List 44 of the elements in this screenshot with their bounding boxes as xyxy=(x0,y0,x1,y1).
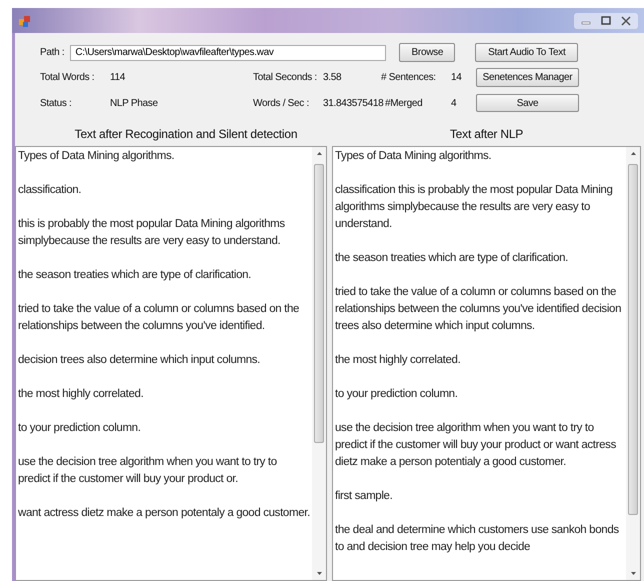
paragraph: Types of Data Mining algorithms. xyxy=(335,149,492,164)
paragraph: first sample. xyxy=(335,489,394,504)
stat-label: # Sentences: xyxy=(381,72,437,82)
stat-label: #Merged xyxy=(385,98,424,108)
paragraph: decision trees also determine which input columns. xyxy=(18,353,262,368)
scrollbar[interactable] xyxy=(626,147,640,580)
path-label: Path : xyxy=(40,47,64,58)
path-field[interactable]: C:\Users\marwa\Desktop\wavfileafter\types.wav xyxy=(70,44,386,60)
paragraph: the most highly correlated. xyxy=(18,387,144,402)
stat-label: Total Words : xyxy=(40,72,96,82)
paragraph: tried to take the value of a column or columns based on the relationships between the columns you've identified. xyxy=(18,302,300,334)
paragraph: to your prediction column. xyxy=(335,387,459,402)
stat-value: 3.58 xyxy=(323,72,342,82)
paragraph: the deal and determine which customers use sankoh bonds to and decision tree may help you decide xyxy=(335,523,620,555)
paragraph: Types of Data Mining algorithms. xyxy=(18,149,176,164)
start-button[interactable]: Start Audio To Text xyxy=(475,43,578,62)
scrollbar[interactable] xyxy=(312,147,326,580)
stat-value: 14 xyxy=(451,72,463,82)
paragraph: to your prediction column. xyxy=(18,421,142,436)
paragraph: the season treaties which are type of clarification. xyxy=(335,251,570,266)
paragraph: want actress dietz make a person potentaly a good customer. xyxy=(18,506,310,521)
paragraph: use the decision tree algorithm when you want to try to predict if the customer will buy your product or want actress dietz make a person potentialy a good customer. xyxy=(335,421,617,470)
stat-label: Words / Sec : xyxy=(253,98,310,108)
stat-label: Total Seconds : xyxy=(253,72,318,82)
text-area[interactable] xyxy=(332,146,641,581)
panel-title: Text after NLP xyxy=(448,126,524,143)
paragraph: the most highly correlated. xyxy=(335,353,462,368)
stat-value: 31.843575418 xyxy=(323,98,381,108)
stat-label: Status : xyxy=(40,98,73,108)
sentences-manager-button[interactable]: Senetences Manager xyxy=(476,68,579,86)
app-icon xyxy=(18,14,32,28)
browse-button[interactable]: Browse xyxy=(399,43,456,62)
save-button[interactable]: Save xyxy=(476,94,579,112)
text-area[interactable] xyxy=(15,146,327,581)
paragraph: the season treaties which are type of clarification. xyxy=(18,268,252,283)
paragraph: this is probably the most popular Data Mining algorithms simplybecause the results are very easy to understand. xyxy=(18,217,286,249)
paragraph: classification. xyxy=(18,183,82,198)
stat-value: 4 xyxy=(451,98,458,108)
paragraph: use the decision tree algorithm when you want to try to predict if the customer will buy your product or. xyxy=(18,455,278,487)
stat-value: NLP Phase xyxy=(110,98,159,108)
stat-value: 114 xyxy=(110,72,126,82)
paragraph: tried to take the value of a column or columns based on the relationships between the columns you've identified decision trees also determine which input columns. xyxy=(335,285,622,334)
paragraph: classification this is probably the most popular Data Mining algorithms simplybecause the results are very easy to understand. xyxy=(335,183,614,232)
panel-title: Text after Recogination and Silent detection xyxy=(74,126,298,143)
